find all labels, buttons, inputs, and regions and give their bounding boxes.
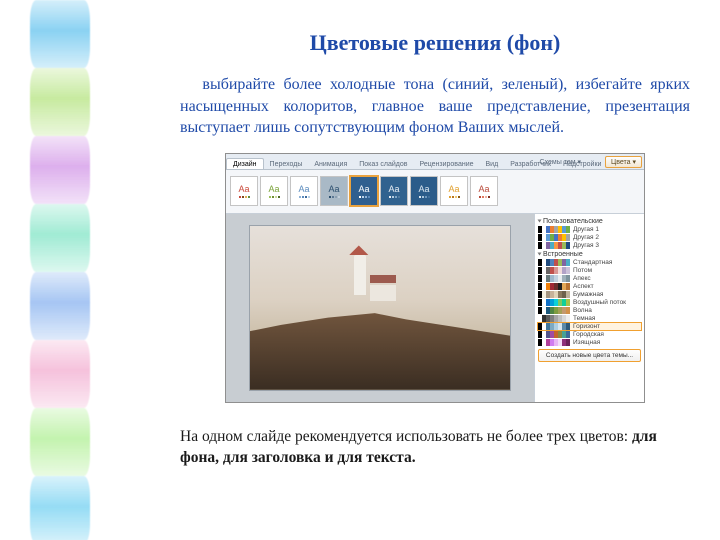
ribbon-tab: Показ слайдов [353, 159, 413, 169]
color-scheme-row: Горизонт [538, 323, 641, 330]
rail-segment [30, 272, 90, 340]
color-scheme-row: Изящная [538, 339, 641, 346]
rail-segment [30, 476, 90, 540]
caption-plain: На одном слайде рекомендуется использова… [180, 428, 632, 445]
rail-segment [30, 408, 90, 476]
powerpoint-screenshot: Цвета ▾ Схемы тем ▾ ДизайнПереходыАнимац… [225, 153, 645, 403]
ribbon-tab: Вид [480, 159, 505, 169]
body-paragraph: выбирайте более холодные тона (синий, зе… [180, 74, 690, 139]
ribbon-tab: Рецензирование [413, 159, 479, 169]
color-scheme-row: Потом [538, 267, 641, 274]
slide-title: Цветовые решения (фон) [180, 30, 690, 56]
color-scheme-row: Аспект [538, 283, 641, 290]
rail-segment [30, 340, 90, 408]
caption: На одном слайде рекомендуется использова… [180, 427, 690, 469]
ribbon-tab: Анимация [308, 159, 353, 169]
color-scheme-row: Темная [538, 315, 641, 322]
ribbon-tabs: ДизайнПереходыАнимацияПоказ слайдовРецен… [226, 154, 644, 170]
color-scheme-row: Воздушный поток [538, 299, 641, 306]
color-scheme-row: Городская [538, 331, 641, 338]
color-scheme-row: Другая 1 [538, 226, 641, 233]
color-scheme-row: Апекс [538, 275, 641, 282]
theme-thumbnail: Aa [350, 176, 378, 206]
lighthouse-tower [354, 255, 366, 295]
slide-workarea [226, 214, 534, 402]
theme-gallery: AaAaAaAaAaAaAaAaAa [226, 170, 644, 214]
theme-thumbnail: Aa [410, 176, 438, 206]
create-theme-colors-button: Создать новые цвета темы... [538, 349, 641, 362]
color-scheme-row: Другая 3 [538, 242, 641, 249]
ribbon-tab: Переходы [264, 159, 309, 169]
theme-thumbnail: Aa [230, 176, 258, 206]
schemes-hint: Схемы тем ▾ [540, 158, 581, 166]
color-scheme-row: Стандартная [538, 259, 641, 266]
color-scheme-row: Волна [538, 307, 641, 314]
theme-thumbnail: Aa [290, 176, 318, 206]
panel-section-header: Пользовательские [538, 218, 641, 225]
decorative-rail [30, 0, 90, 540]
chevron-icon [538, 220, 542, 223]
content-area: Цветовые решения (фон) выбирайте более х… [180, 30, 690, 469]
slide-canvas [250, 226, 510, 390]
theme-thumbnail: Aa [440, 176, 468, 206]
theme-colors-panel: ПользовательскиеДругая 1Другая 2Другая 3… [534, 214, 644, 402]
house-roof [370, 275, 396, 283]
color-scheme-row: Бумажная [538, 291, 641, 298]
rail-segment [30, 68, 90, 136]
chevron-icon [538, 253, 542, 256]
house [370, 285, 396, 301]
color-scheme-row: Другая 2 [538, 234, 641, 241]
ribbon-tab: Дизайн [226, 158, 264, 169]
panel-section-header: Встроенные [538, 251, 641, 258]
rail-segment [30, 136, 90, 204]
theme-thumbnail: Aa [470, 176, 498, 206]
theme-thumbnail: Aa [260, 176, 288, 206]
theme-thumbnail: Aa [320, 176, 348, 206]
colors-dropdown-badge: Цвета ▾ [605, 156, 642, 168]
rail-segment [30, 204, 90, 272]
theme-thumbnail: Aa [380, 176, 408, 206]
rail-segment [30, 0, 90, 68]
